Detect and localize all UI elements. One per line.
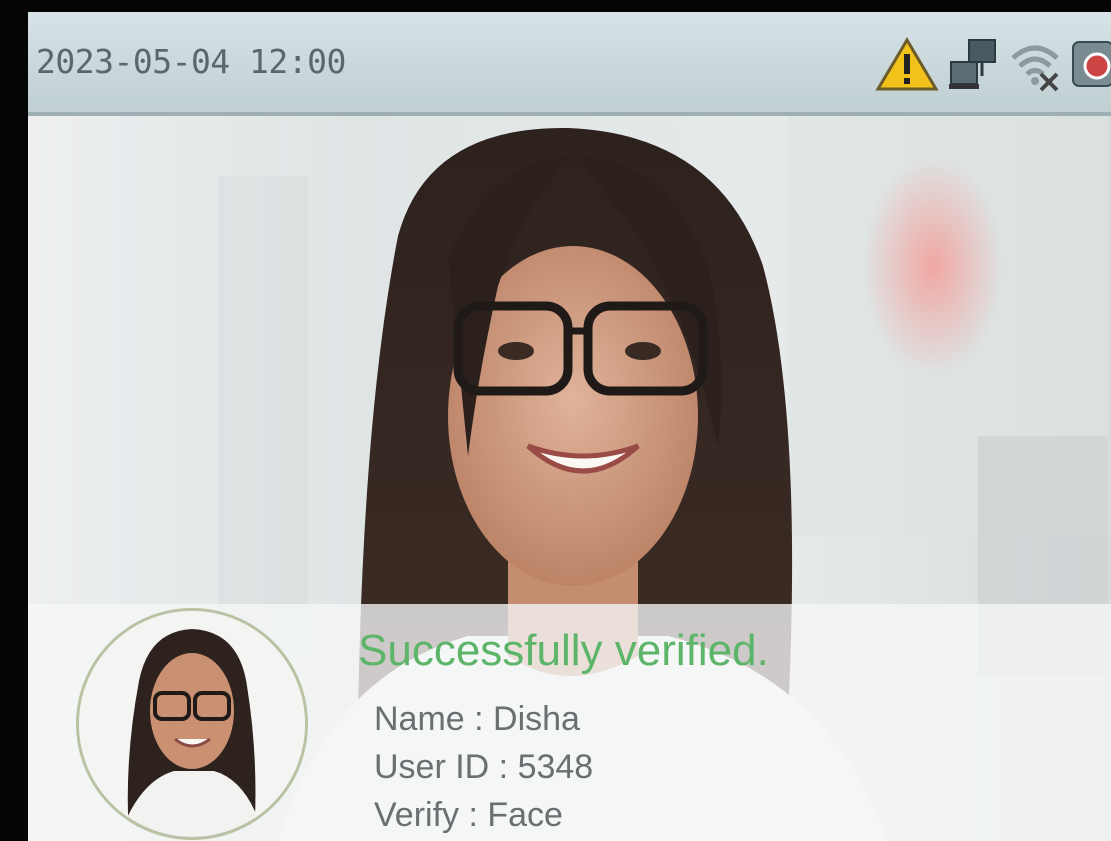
user-id: User ID : 5348: [374, 748, 594, 786]
network-icon: [947, 36, 999, 92]
wifi-disconnected-icon: [1007, 36, 1063, 92]
user-photo-thumbnail: [76, 608, 308, 840]
datetime: 2023-05-04 12:00: [36, 42, 346, 81]
user-name: Name : Disha: [374, 700, 580, 738]
verify-method: Verify : Face: [374, 796, 563, 834]
device-screen: 2023-05-04 12:00 Successfully verified. …: [28, 12, 1111, 841]
cloud-server-icon: [1071, 36, 1111, 92]
status-bar: 2023-05-04 12:00: [28, 12, 1111, 116]
status-icons: [875, 34, 1111, 94]
verification-status: Successfully verified.: [358, 626, 769, 675]
warning-icon: [875, 36, 939, 92]
